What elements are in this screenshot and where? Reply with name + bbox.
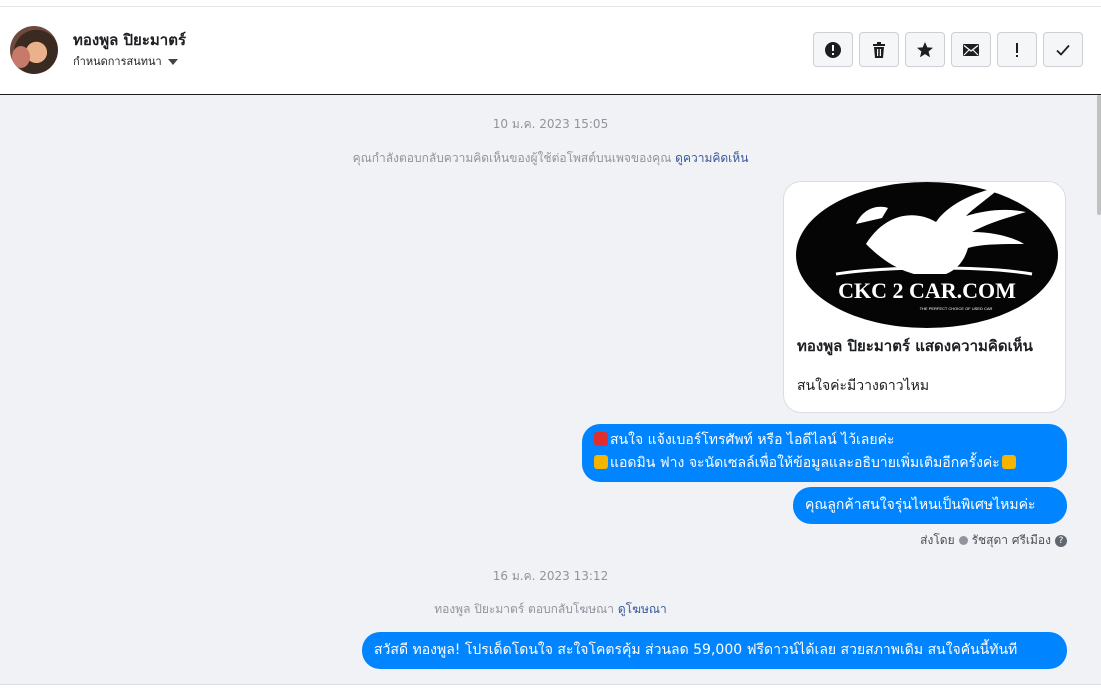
message-bubble[interactable]: คุณลูกค้าสนใจรุ่นไหนเป็นพิเศษไหมค่ะ [793, 487, 1067, 524]
report-button[interactable] [813, 32, 853, 67]
logo-text: CKC 2 CAR.COM [838, 278, 1016, 303]
message-text: คุณลูกค้าสนใจรุ่นไหนเป็นพิเศษไหมค่ะ [805, 497, 1036, 513]
top-strip [0, 0, 1101, 7]
message-text: สวัสดี ทองพูล! โปรเด็ดโดนใจ สะใจโคตรคุ้ม… [374, 642, 1018, 658]
assign-conversation-label: กำหนดการสนทนา [73, 55, 162, 68]
comment-card-body: สนใจค่ะมีวางดาวไหม [797, 378, 930, 394]
star-button[interactable] [905, 32, 945, 67]
message-thread[interactable]: 10 ม.ค. 2023 15:05 คุณกำลังตอบกลับความคิ… [0, 95, 1101, 689]
done-button[interactable] [1043, 32, 1083, 67]
mark-unread-button[interactable] [951, 32, 991, 67]
assign-conversation-dropdown[interactable]: กำหนดการสนทนา [73, 52, 178, 70]
ckc-logo: CKC 2 CAR.COM THE PERFECT CHOICE OF USED… [796, 182, 1058, 328]
logo-tagline: THE PERFECT CHOICE OF USED CAR [920, 306, 993, 311]
view-comment-link[interactable]: ดูความคิดเห็น [675, 151, 748, 165]
conversation-header: ทองพูล ปิยะมาตร์ กำหนดการสนทนา [0, 7, 1101, 95]
system-message-text: คุณกำลังตอบกลับความคิดเห็นของผู้ใช้ต่อโพ… [352, 151, 672, 165]
alert-circle-icon [825, 41, 841, 58]
envelope-icon [963, 43, 979, 56]
pray-icon [1001, 455, 1016, 469]
timestamp: 16 ม.ค. 2023 13:12 [492, 569, 609, 583]
timestamp: 10 ม.ค. 2023 15:05 [492, 117, 609, 131]
agent-icon [958, 536, 968, 545]
contact-avatar[interactable] [10, 26, 58, 74]
system-message: ทองพูล ปิยะมาตร์ ตอบกลับโฆษณา ดูโฆษณา [0, 600, 1101, 619]
comment-card[interactable]: CKC 2 CAR.COM THE PERFECT CHOICE OF USED… [783, 181, 1066, 413]
people-icon [594, 455, 608, 469]
action-toolbar [813, 32, 1083, 67]
sent-by-name[interactable]: รัชสุดา ศรีเมือง [972, 531, 1051, 550]
composer-edge [0, 684, 1101, 690]
help-icon[interactable]: ? [1055, 534, 1067, 547]
view-ad-link[interactable]: ดูโฆษณา [618, 602, 667, 616]
sent-by: ส่งโดย รัชสุดา ศรีเมือง ? [920, 531, 1067, 550]
scrollbar[interactable] [1097, 95, 1101, 215]
phone-icon [594, 432, 608, 446]
message-line: สนใจ แจ้งเบอร์โทรศัพท์ หรือ ไอดีไลน์ ไว้… [594, 429, 1055, 452]
trash-icon [873, 41, 885, 58]
caret-down-icon [167, 59, 178, 65]
comment-card-title: ทองพูล ปิยะมาตร์ แสดงความคิดเห็น [797, 337, 1033, 355]
delete-button[interactable] [859, 32, 899, 67]
message-text: แอดมิน ฟาง จะนัดเซลล์เพื่อให้ข้อมูลและอธ… [610, 455, 1000, 471]
important-button[interactable] [997, 32, 1037, 67]
avatar-child-figure [12, 46, 30, 68]
sent-by-label: ส่งโดย [920, 533, 955, 547]
message-bubble[interactable]: สวัสดี ทองพูล! โปรเด็ดโดนใจ สะใจโคตรคุ้ม… [362, 632, 1067, 669]
check-icon [1056, 44, 1070, 56]
contact-name[interactable]: ทองพูล ปิยะมาตร์ [73, 28, 186, 52]
exclamation-icon [1016, 42, 1018, 57]
system-message: คุณกำลังตอบกลับความคิดเห็นของผู้ใช้ต่อโพ… [0, 149, 1101, 168]
message-text: สนใจ แจ้งเบอร์โทรศัพท์ หรือ ไอดีไลน์ ไว้… [610, 432, 895, 448]
message-bubble[interactable]: สนใจ แจ้งเบอร์โทรศัพท์ หรือ ไอดีไลน์ ไว้… [582, 424, 1067, 482]
message-line: แอดมิน ฟาง จะนัดเซลล์เพื่อให้ข้อมูลและอธ… [594, 452, 1055, 475]
system-message-text: ทองพูล ปิยะมาตร์ ตอบกลับโฆษณา [434, 602, 615, 616]
star-icon [917, 41, 933, 57]
